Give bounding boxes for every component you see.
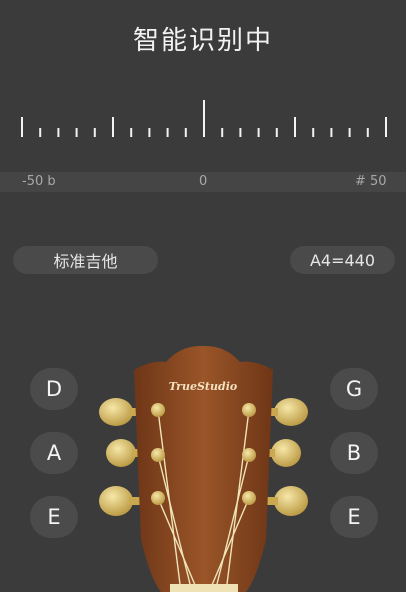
string-button-low-e[interactable]: E	[30, 496, 78, 538]
string-button-a[interactable]: A	[30, 432, 78, 474]
scale-center-label: 0	[199, 174, 208, 189]
string-button-g[interactable]: G	[330, 368, 378, 410]
cents-scale-ticks	[21, 100, 387, 137]
page-title: 智能识别中	[132, 26, 273, 56]
string-button-high-e[interactable]: E	[330, 496, 378, 538]
guitar-headstock: TrueStudio	[99, 345, 308, 592]
string-button-d[interactable]: D	[30, 368, 78, 410]
scale-min-label: -50 b	[22, 174, 56, 189]
brand-logo: TrueStudio	[169, 380, 237, 393]
string-button-b[interactable]: B	[330, 432, 378, 474]
scale-max-label: # 50	[355, 174, 387, 189]
tuning-select-button[interactable]: 标准吉他	[13, 246, 158, 274]
reference-pitch-button[interactable]: A4=440	[290, 246, 395, 274]
